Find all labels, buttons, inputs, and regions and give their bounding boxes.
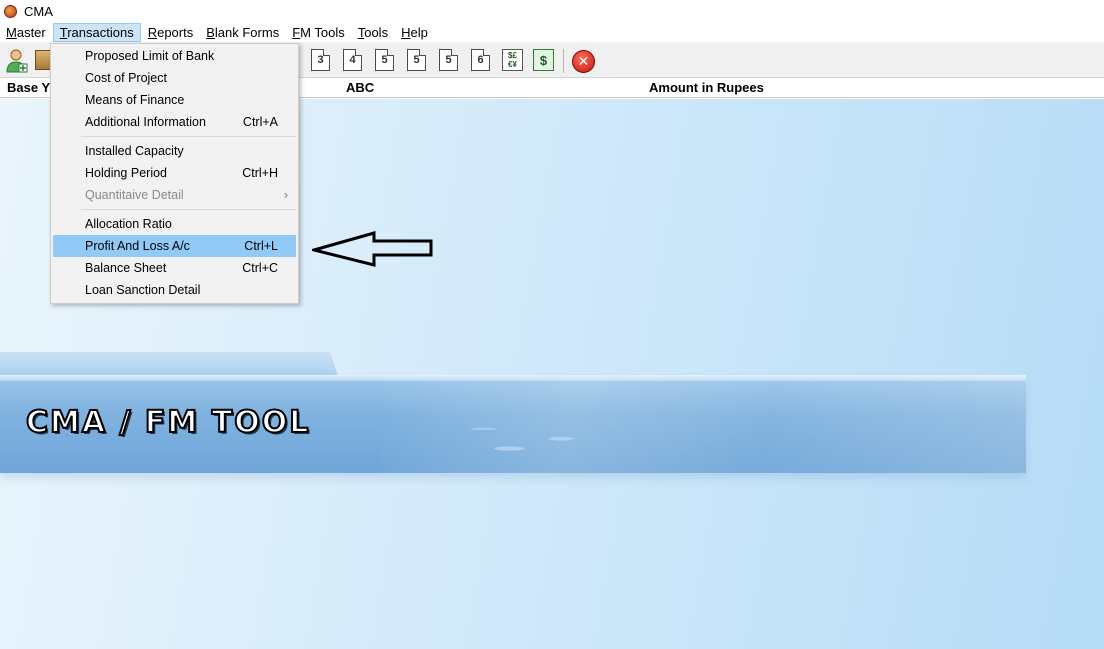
menu-item-additional-information[interactable]: Additional Information Ctrl+A	[53, 111, 296, 133]
app-icon	[4, 4, 17, 18]
menu-item-cost-of-project[interactable]: Cost of Project	[53, 67, 296, 89]
doc-6-icon[interactable]: 6	[471, 49, 490, 71]
chevron-right-icon: ›	[283, 188, 288, 202]
doc-5b-icon[interactable]: 5	[407, 49, 426, 71]
menu-separator	[81, 136, 296, 137]
menu-item-allocation-ratio[interactable]: Allocation Ratio	[53, 213, 296, 235]
toolbar-separator	[563, 49, 564, 73]
menu-reports[interactable]: Reports	[142, 23, 200, 42]
doc-5a-icon[interactable]: 5	[375, 49, 394, 71]
menu-item-holding-period[interactable]: Holding Period Ctrl+H	[53, 162, 296, 184]
header-base-year: Base Y	[7, 80, 51, 95]
menu-fm-tools[interactable]: FM Tools	[286, 23, 351, 42]
menu-item-profit-and-loss[interactable]: Profit And Loss A/c Ctrl+L	[53, 235, 296, 257]
add-user-icon[interactable]	[4, 48, 28, 74]
menu-separator	[81, 209, 296, 210]
doc-4-icon[interactable]: 4	[343, 49, 362, 71]
menu-help[interactable]: Help	[395, 23, 434, 42]
calculator-image	[380, 375, 1026, 473]
banner-title: CMA / FM TOOL	[25, 404, 311, 441]
menu-item-means-of-finance[interactable]: Means of Finance	[53, 89, 296, 111]
title-bar: CMA	[0, 0, 1104, 22]
menu-item-loan-sanction-detail[interactable]: Loan Sanction Detail	[53, 279, 296, 301]
menu-tools[interactable]: Tools	[352, 23, 394, 42]
menu-item-balance-sheet[interactable]: Balance Sheet Ctrl+C	[53, 257, 296, 279]
dollar-icon[interactable]: $	[533, 49, 554, 71]
doc-3-icon[interactable]: 3	[311, 49, 330, 71]
menu-transactions[interactable]: Transactions	[52, 22, 141, 42]
menu-item-quantitative-detail: Quantitaive Detail ›	[53, 184, 296, 206]
currency-icon[interactable]: $£ €¥	[502, 49, 523, 71]
transactions-dropdown: Proposed Limit of Bank Cost of Project M…	[50, 43, 299, 304]
menu-item-installed-capacity[interactable]: Installed Capacity	[53, 140, 296, 162]
menu-blank-forms[interactable]: Blank Forms	[200, 23, 285, 42]
annotation-arrow-icon	[312, 231, 433, 267]
menu-master[interactable]: Master	[0, 23, 52, 42]
doc-5c-icon[interactable]: 5	[439, 49, 458, 71]
window-title: CMA	[24, 3, 53, 19]
header-amount: Amount in Rupees	[649, 80, 764, 95]
header-abc: ABC	[346, 80, 375, 95]
menu-bar: Master Transactions Reports Blank Forms …	[0, 22, 1104, 43]
menu-item-proposed-limit[interactable]: Proposed Limit of Bank	[53, 45, 296, 67]
close-icon[interactable]: ✕	[572, 50, 595, 73]
banner: CMA / FM TOOL	[0, 375, 1026, 473]
